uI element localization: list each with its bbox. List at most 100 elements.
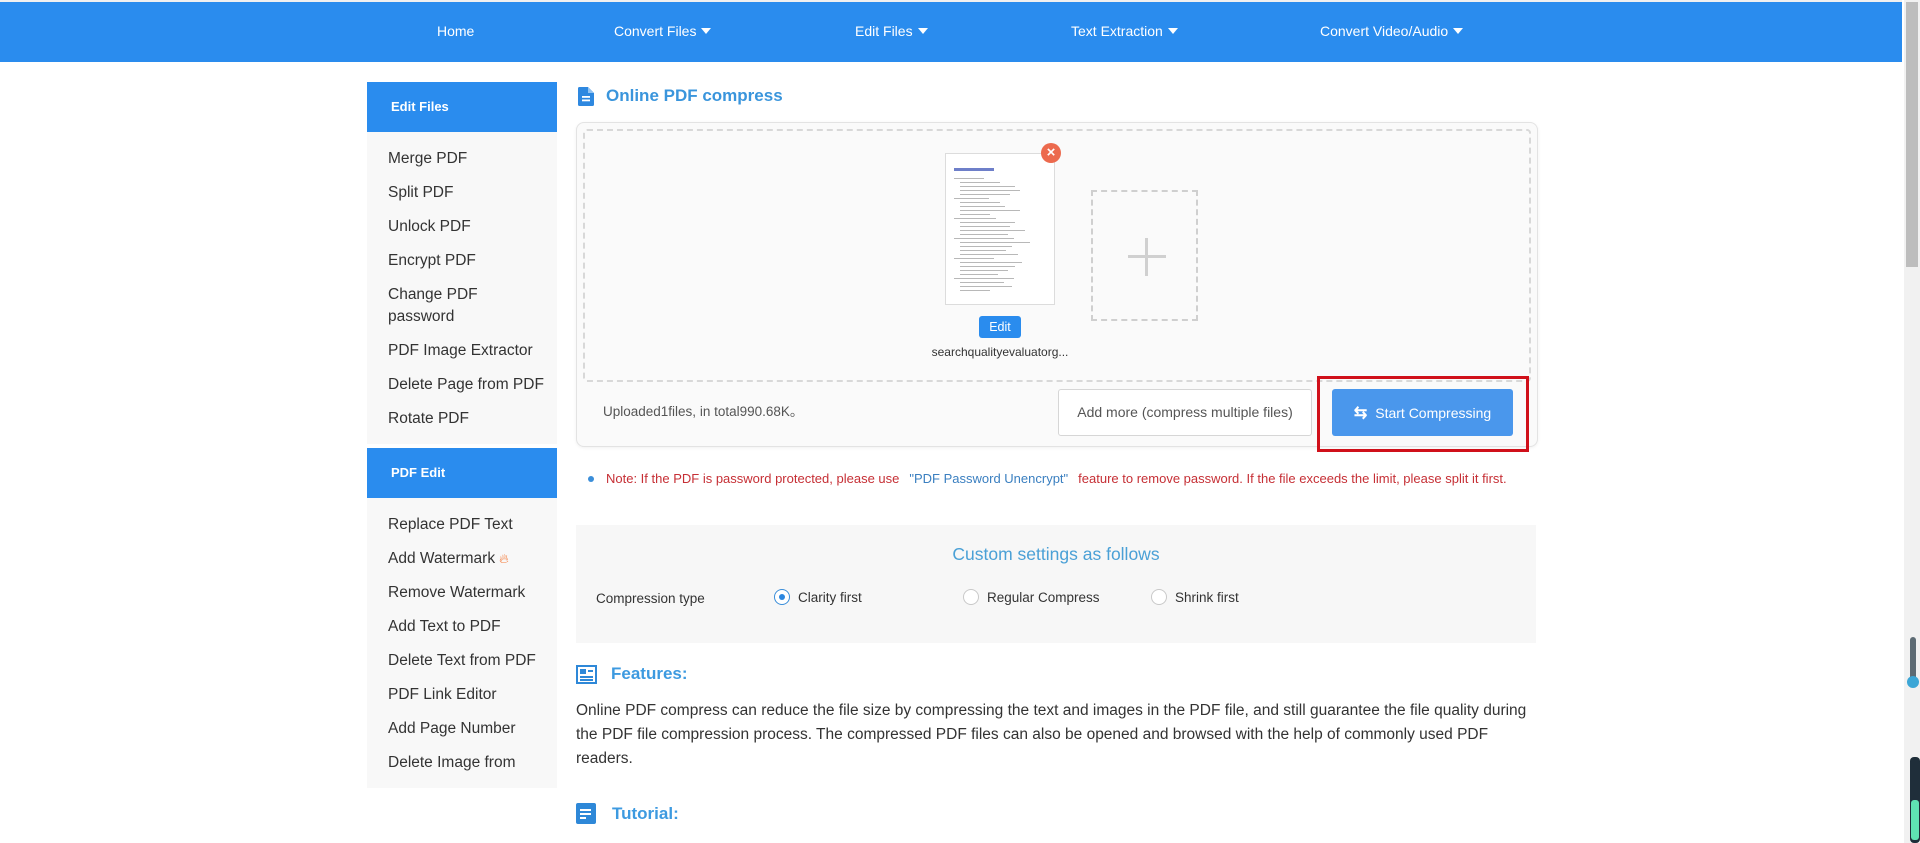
start-compressing-button[interactable]: ⇆ Start Compressing — [1332, 389, 1513, 436]
thumbnail-text-line — [960, 274, 998, 275]
page-title: Online PDF compress — [606, 86, 783, 105]
thumbnail-text-line — [960, 226, 1010, 227]
thermometer-bulb-icon — [1907, 676, 1919, 688]
upload-status-text: Uploaded1files, in total990.68K。 — [603, 404, 804, 419]
add-more-files-button[interactable]: Add more (compress multiple files) — [1058, 389, 1312, 436]
nav-edit-files[interactable]: Edit Files — [855, 23, 928, 39]
scrollbar-thumb[interactable] — [1906, 2, 1918, 267]
thumbnail-text-line — [960, 206, 1005, 207]
thumbnail-text-line — [960, 194, 1010, 195]
radio-unselected-icon — [1151, 589, 1167, 605]
sidebar-section-list: Replace PDF Text Add Watermark 🔥︎ Remove … — [367, 498, 557, 788]
compression-type-label: Compression type — [596, 591, 705, 606]
radio-unselected-icon — [963, 589, 979, 605]
sidebar-item-split-pdf[interactable]: Split PDF — [367, 176, 557, 210]
thumbnail-text-line — [960, 250, 1006, 251]
thumbnail-text-line — [954, 238, 1014, 239]
nav-edit-files-label: Edit Files — [855, 23, 913, 39]
edit-file-button[interactable]: Edit — [979, 316, 1021, 338]
sidebar-item-pdf-link-editor[interactable]: PDF Link Editor — [367, 678, 557, 712]
thumbnail-text-line — [960, 286, 1012, 287]
thumbnail-text-line — [960, 210, 1020, 211]
thumbnail-text-line — [960, 234, 1008, 235]
pdf-password-unencrypt-link[interactable]: "PDF Password Unencrypt" — [909, 471, 1068, 486]
sidebar-item-replace-pdf-text[interactable]: Replace PDF Text — [367, 508, 557, 542]
thumbnail-text-line — [960, 186, 1015, 187]
nav-convert-files[interactable]: Convert Files — [614, 23, 712, 39]
add-file-tile[interactable] — [1091, 190, 1198, 321]
top-navigation-bar: Home Convert Files Edit Files Text Extra… — [0, 0, 1902, 62]
main-content: Online PDF compress × Edit searchquality… — [576, 82, 1538, 824]
radio-label: Shrink first — [1175, 589, 1239, 605]
nav-home[interactable]: Home — [437, 23, 474, 39]
sidebar-item-change-pdf-password[interactable]: Change PDF password — [367, 278, 557, 334]
nav-home-label: Home — [437, 23, 475, 39]
tutorial-heading: Tutorial: — [612, 803, 679, 823]
sidebar-item-rotate-pdf[interactable]: Rotate PDF — [367, 402, 557, 436]
thumbnail-text-line — [960, 182, 1000, 183]
caret-down-icon — [1453, 28, 1464, 34]
features-heading: Features: — [611, 664, 688, 683]
radio-clarity-first[interactable]: Clarity first — [774, 589, 862, 605]
nav-convert-video-audio[interactable]: Convert Video/Audio — [1320, 23, 1464, 39]
pdf-thumbnail — [945, 153, 1055, 305]
notepad-icon — [576, 803, 596, 824]
features-heading-row: Features: — [576, 664, 688, 684]
nav-text-extraction-label: Text Extraction — [1071, 23, 1163, 39]
start-compressing-label: Start Compressing — [1375, 404, 1492, 421]
radio-selected-icon — [774, 589, 790, 605]
sidebar-item-add-watermark[interactable]: Add Watermark 🔥︎ — [367, 542, 557, 576]
sidebar-section-title: PDF Edit — [367, 448, 557, 498]
sidebar-item-merge-pdf[interactable]: Merge PDF — [367, 142, 557, 176]
sidebar-item-unlock-pdf[interactable]: Unlock PDF — [367, 210, 557, 244]
tutorial-heading-row: Tutorial: — [576, 803, 679, 824]
note-suffix: feature to remove password. If the file … — [1078, 471, 1507, 486]
swap-arrows-icon: ⇆ — [1353, 404, 1368, 422]
bullet-icon — [588, 476, 594, 482]
close-icon[interactable]: × — [1041, 143, 1061, 163]
fire-icon: 🔥︎ — [499, 551, 509, 566]
nav-convert-files-label: Convert Files — [614, 23, 697, 39]
radio-label: Clarity first — [798, 589, 862, 605]
password-note: Note: If the PDF is password protected, … — [588, 469, 1528, 489]
radio-label: Regular Compress — [987, 589, 1100, 605]
sidebar-item-add-text[interactable]: Add Text to PDF — [367, 610, 557, 644]
page-title-row: Online PDF compress — [576, 82, 1536, 110]
thumbnail-text-line — [960, 222, 1015, 223]
note-prefix: Note: If the PDF is password protected, … — [606, 471, 900, 486]
thumbnail-text-line — [954, 278, 1014, 279]
thumbnail-text-line — [960, 282, 1004, 283]
sidebar: Edit Files Merge PDF Split PDF Unlock PD… — [367, 82, 557, 788]
sidebar-item-label: Add Watermark — [388, 550, 496, 567]
nav-text-extraction[interactable]: Text Extraction — [1071, 23, 1178, 39]
thumbnail-text-line — [960, 246, 1012, 247]
sidebar-item-encrypt-pdf[interactable]: Encrypt PDF — [367, 244, 557, 278]
sidebar-section-title: Edit Files — [367, 82, 557, 132]
thumbnail-text-line — [954, 258, 994, 259]
caret-down-icon — [917, 28, 928, 34]
file-drop-zone[interactable]: × Edit searchqualityevaluatorg... — [583, 129, 1531, 382]
newspaper-icon — [576, 664, 597, 684]
sidebar-item-delete-page[interactable]: Delete Page from PDF — [367, 368, 557, 402]
caret-down-icon — [701, 28, 712, 34]
thumbnail-text-line — [954, 178, 984, 179]
features-description: Online PDF compress can reduce the file … — [576, 702, 1527, 767]
settings-title: Custom settings as follows — [952, 544, 1160, 564]
sidebar-item-pdf-image-extractor[interactable]: PDF Image Extractor — [367, 334, 557, 368]
thumbnail-text-line — [960, 190, 1020, 191]
radio-shrink-first[interactable]: Shrink first — [1151, 589, 1239, 605]
thumbnail-text-line — [960, 242, 1030, 243]
file-name: searchqualityevaluatorg... — [931, 345, 1069, 359]
sidebar-item-remove-watermark[interactable]: Remove Watermark — [367, 576, 557, 610]
thumbnail-text-line — [960, 262, 1022, 263]
thumbnail-text-line — [960, 266, 1015, 267]
sidebar-item-add-page-number[interactable]: Add Page Number — [367, 712, 557, 746]
thumbnail-text-line — [960, 254, 1018, 255]
radio-regular-compress[interactable]: Regular Compress — [963, 589, 1100, 605]
thumbnail-text-line — [960, 214, 990, 215]
sidebar-section-list: Merge PDF Split PDF Unlock PDF Encrypt P… — [367, 132, 557, 444]
sidebar-item-delete-text[interactable]: Delete Text from PDF — [367, 644, 557, 678]
nav-convert-video-audio-label: Convert Video/Audio — [1320, 23, 1449, 39]
sidebar-item-delete-image[interactable]: Delete Image from — [367, 746, 557, 780]
upload-panel: × Edit searchqualityevaluatorg... Upload… — [576, 122, 1538, 452]
